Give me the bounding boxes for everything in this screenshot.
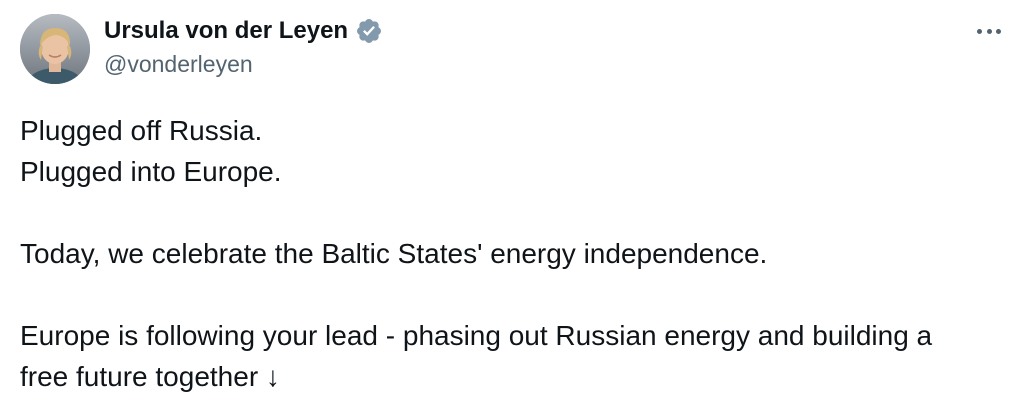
tweet-text-line: Europe is following your lead - phasing … xyxy=(20,320,933,351)
more-horizontal-icon xyxy=(996,28,1001,34)
tweet-text-line: Plugged off Russia. xyxy=(20,115,263,146)
tweet-text: Plugged off Russia. Plugged into Europe.… xyxy=(20,110,1020,397)
tweet-text-line: Today, we celebrate the Baltic States' e… xyxy=(20,238,768,269)
avatar-photo xyxy=(20,14,90,84)
more-options-button[interactable] xyxy=(974,18,1004,44)
author-display-name[interactable]: Ursula von der Leyen xyxy=(104,14,348,48)
tweet-text-line: Plugged into Europe. xyxy=(20,156,282,187)
tweet-text-line: free future together ↓ xyxy=(20,361,280,392)
more-horizontal-icon xyxy=(986,28,992,34)
verified-badge-icon[interactable] xyxy=(355,17,383,45)
tweet-card: Ursula von der Leyen @vonderleyen Plugge… xyxy=(0,0,1024,412)
more-horizontal-icon xyxy=(977,28,982,34)
avatar[interactable] xyxy=(20,14,90,84)
author-name-row: Ursula von der Leyen xyxy=(104,14,383,48)
author-block: Ursula von der Leyen @vonderleyen xyxy=(104,14,383,80)
author-handle[interactable]: @vonderleyen xyxy=(104,48,383,80)
